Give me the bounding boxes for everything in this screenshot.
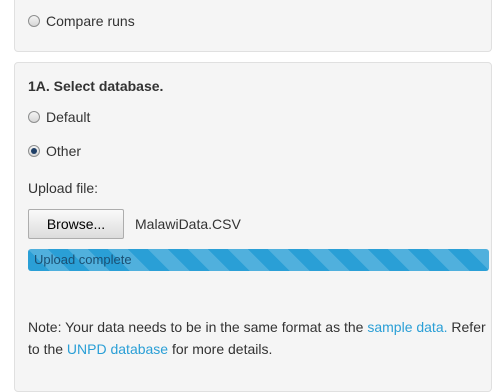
selected-file-name: MalawiData.CSV — [135, 216, 241, 232]
upload-progress-text: Upload complete — [34, 252, 132, 267]
note-text-1: Note: Your data needs to be in the same … — [28, 319, 368, 335]
default-label: Default — [46, 109, 91, 125]
compare-runs-radio[interactable] — [28, 15, 40, 27]
database-option-default[interactable]: Default — [28, 107, 90, 127]
sample-data-link[interactable]: sample data. — [367, 319, 447, 335]
format-note: Note: Your data needs to be in the same … — [28, 316, 490, 360]
browse-button[interactable]: Browse... — [28, 209, 124, 239]
database-option-other[interactable]: Other — [28, 141, 81, 161]
default-radio[interactable] — [28, 111, 40, 123]
compare-runs-label: Compare runs — [46, 13, 135, 29]
note-text-3: for more details. — [168, 341, 273, 357]
other-label: Other — [46, 143, 82, 159]
unpd-database-link[interactable]: UNPD database — [67, 341, 168, 357]
upload-file-label: Upload file: — [28, 180, 99, 196]
compare-runs-option[interactable]: Compare runs — [28, 11, 135, 31]
other-radio[interactable] — [28, 145, 40, 157]
section-title: 1A. Select database. — [28, 78, 164, 94]
upload-progress-bar: Upload complete — [28, 249, 489, 271]
